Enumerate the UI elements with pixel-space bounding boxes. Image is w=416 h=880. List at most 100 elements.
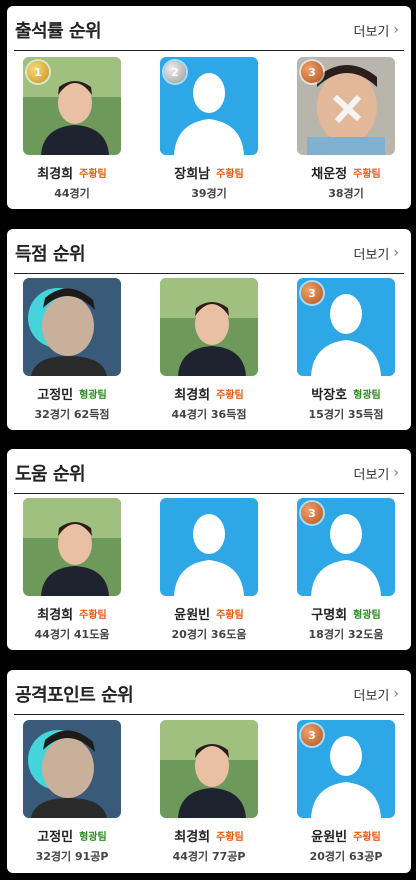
player-card[interactable]: 3 윤원빈 주황팀 20경기 63공P <box>281 720 411 864</box>
team-badge: 주황팀 <box>79 609 107 621</box>
player-stat: 32경기 91공P <box>35 850 109 863</box>
attack-point-rank-card: 공격포인트 순위 더보기 › 고정민 형광팀 32경기 91공P 최경희 주황팀 4… <box>7 670 411 873</box>
player-name: 구명회 <box>311 607 348 623</box>
player-photo <box>160 498 258 596</box>
more-button[interactable]: 더보기 › <box>354 244 400 263</box>
more-label: 더보기 <box>353 689 390 704</box>
player-card[interactable]: 3 구명회 형광팀 18경기 32도움 <box>281 498 411 642</box>
card-header: 도움 순위 더보기 › <box>7 449 411 493</box>
player-name: 박장호 <box>311 387 348 403</box>
player-card[interactable]: 2 장희남 주황팀 39경기 <box>144 57 274 201</box>
gold-medal-icon: 1 <box>27 61 49 83</box>
player-photo: 3 <box>297 57 395 155</box>
player-name: 채운정 <box>311 166 348 182</box>
player-card[interactable]: 윤원빈 주황팀 20경기 36도움 <box>144 498 274 642</box>
team-badge: 형광팀 <box>353 609 381 621</box>
player-stat: 15경기 35득점 <box>308 408 384 421</box>
team-badge: 주황팀 <box>216 831 244 843</box>
chevron-right-icon: › <box>393 686 399 702</box>
bronze-medal-icon: 3 <box>301 282 323 304</box>
section-title: 도움 순위 <box>15 464 86 485</box>
team-badge: 형광팀 <box>353 389 381 401</box>
player-stat: 44경기 41도움 <box>34 628 110 641</box>
team-badge: 형광팀 <box>79 389 107 401</box>
player-name: 최경희 <box>37 166 74 182</box>
player-photo <box>160 278 258 376</box>
player-photo <box>23 278 121 376</box>
team-badge: 주황팀 <box>216 389 244 401</box>
player-card[interactable]: 3 채운정 주황팀 38경기 <box>281 57 411 201</box>
player-card[interactable]: 최경희 주황팀 44경기 77공P <box>144 720 274 864</box>
more-label: 더보기 <box>353 25 390 40</box>
card-header: 출석률 순위 더보기 › <box>7 6 411 50</box>
player-photo: 3 <box>297 720 395 818</box>
person-photo-icon <box>23 278 121 376</box>
divider <box>14 714 404 715</box>
player-stat: 20경기 36도움 <box>171 628 247 641</box>
player-card[interactable]: 최경희 주황팀 44경기 41도움 <box>7 498 137 642</box>
card-header: 공격포인트 순위 더보기 › <box>7 670 411 714</box>
person-photo-icon <box>160 720 258 818</box>
team-badge: 주황팀 <box>353 831 381 843</box>
section-title: 공격포인트 순위 <box>15 685 134 706</box>
player-name: 최경희 <box>174 829 211 845</box>
player-stat: 20경기 63공P <box>309 850 383 863</box>
team-badge: 주황팀 <box>216 168 244 180</box>
more-label: 더보기 <box>353 248 390 263</box>
section-title: 득점 순위 <box>15 244 86 265</box>
more-button[interactable]: 더보기 › <box>354 685 400 704</box>
player-stat: 44경기 36득점 <box>171 408 247 421</box>
divider <box>14 50 404 51</box>
player-stat: 18경기 32도움 <box>308 628 384 641</box>
team-badge: 주황팀 <box>79 168 107 180</box>
player-name: 고정민 <box>37 829 74 845</box>
chevron-right-icon: › <box>393 245 399 261</box>
player-photo: 3 <box>297 278 395 376</box>
attendance-rank-card: 출석률 순위 더보기 › 1 최경희 주황팀 44경기 2 장희남 주황팀 39경기 <box>7 6 411 209</box>
player-name: 고정민 <box>37 387 74 403</box>
player-photo <box>160 720 258 818</box>
bronze-medal-icon: 3 <box>301 61 323 83</box>
player-card[interactable]: 최경희 주황팀 44경기 36득점 <box>144 278 274 422</box>
player-photo: 3 <box>297 498 395 596</box>
more-button[interactable]: 더보기 › <box>354 464 400 483</box>
bronze-medal-icon: 3 <box>301 502 323 524</box>
more-label: 더보기 <box>353 468 390 483</box>
scoring-rank-card: 득점 순위 더보기 › 고정민 형광팀 32경기 62득점 최경희 주황팀 44경기… <box>7 229 411 430</box>
player-card[interactable]: 고정민 형광팀 32경기 91공P <box>7 720 137 864</box>
player-card[interactable]: 1 최경희 주황팀 44경기 <box>7 57 137 201</box>
player-stat: 44경기 77공P <box>172 850 246 863</box>
team-badge: 주황팀 <box>216 609 244 621</box>
player-stat: 39경기 <box>191 187 227 200</box>
player-photo: 2 <box>160 57 258 155</box>
player-name: 윤원빈 <box>174 607 211 623</box>
chevron-right-icon: › <box>393 22 399 38</box>
card-header: 득점 순위 더보기 › <box>7 229 411 273</box>
team-badge: 주황팀 <box>353 168 381 180</box>
player-name: 장희남 <box>174 166 211 182</box>
person-photo-icon <box>23 720 121 818</box>
player-stat: 32경기 62득점 <box>34 408 110 421</box>
silver-medal-icon: 2 <box>164 61 186 83</box>
person-photo-icon <box>23 498 121 596</box>
player-name: 최경희 <box>37 607 74 623</box>
player-card[interactable]: 3 박장호 형광팀 15경기 35득점 <box>281 278 411 422</box>
person-photo-icon <box>160 278 258 376</box>
divider <box>14 273 404 274</box>
player-photo <box>23 720 121 818</box>
player-stat: 44경기 <box>54 187 90 200</box>
more-button[interactable]: 더보기 › <box>354 21 400 40</box>
player-stat: 38경기 <box>328 187 364 200</box>
player-photo <box>23 498 121 596</box>
section-title: 출석률 순위 <box>15 21 102 42</box>
assist-rank-card: 도움 순위 더보기 › 최경희 주황팀 44경기 41도움 윤원빈 주황팀 20경기… <box>7 449 411 650</box>
divider <box>14 493 404 494</box>
team-badge: 형광팀 <box>79 831 107 843</box>
chevron-right-icon: › <box>393 465 399 481</box>
player-photo: 1 <box>23 57 121 155</box>
player-name: 최경희 <box>174 387 211 403</box>
player-card[interactable]: 고정민 형광팀 32경기 62득점 <box>7 278 137 422</box>
player-name: 윤원빈 <box>311 829 348 845</box>
bronze-medal-icon: 3 <box>301 724 323 746</box>
person-placeholder-icon <box>160 498 258 596</box>
